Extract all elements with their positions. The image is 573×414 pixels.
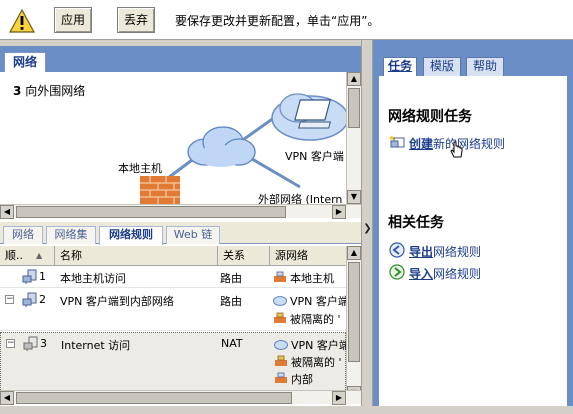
vpn-clients-cloud-icon bbox=[271, 93, 346, 141]
column-source-networks[interactable]: 源网络 bbox=[270, 246, 346, 266]
sort-ascending-icon: ▲ bbox=[36, 251, 43, 260]
export-network-rules-link[interactable]: 导出网络规则 bbox=[389, 242, 559, 260]
tab-networks[interactable]: 网络 bbox=[3, 226, 43, 244]
apply-button[interactable]: 应用 bbox=[54, 7, 92, 33]
rule-relation: 路由 bbox=[220, 295, 242, 308]
grid-horizontal-scrollbar[interactable]: ◀ ▶ bbox=[0, 390, 361, 405]
tab-help[interactable]: 帮助 bbox=[466, 57, 504, 76]
rule-source: 本地主机 bbox=[290, 272, 334, 285]
scroll-thumb[interactable] bbox=[348, 262, 360, 362]
rule-order: 1 bbox=[39, 270, 46, 283]
rule-relation: 路由 bbox=[220, 272, 242, 285]
tab-templates[interactable]: 模版 bbox=[423, 57, 461, 76]
quarantine-icon bbox=[274, 312, 286, 323]
collapse-toggle-icon[interactable]: − bbox=[5, 295, 14, 304]
network-diagram: 3 向外围网络 本地主机 VPN 客户端 外部网络 (Intern bbox=[0, 72, 346, 204]
network-rules-grid: 顺.. ▲ 名称 关系 源网络 1 本地主机访问 路由 本地主机 − 2 VPN… bbox=[0, 246, 346, 400]
import-network-rules-link[interactable]: 导入网络规则 bbox=[389, 264, 559, 282]
top-tabstrip: 网络 bbox=[0, 46, 361, 72]
collapse-toggle-icon[interactable]: − bbox=[6, 339, 15, 348]
rule-source: 内部 bbox=[291, 373, 313, 386]
export-arrow-icon bbox=[389, 242, 405, 258]
create-link-rest: 新的网络规则 bbox=[433, 137, 506, 151]
scroll-left-arrow-icon[interactable]: ◀ bbox=[0, 391, 14, 405]
rule-source: 被隔离的 ' bbox=[291, 356, 342, 369]
rule-name: 本地主机访问 bbox=[60, 272, 126, 285]
rule-order: 2 bbox=[39, 293, 46, 306]
export-link-rest: 网络规则 bbox=[433, 245, 482, 259]
new-rule-icon bbox=[389, 135, 405, 148]
column-order[interactable]: 顺.. ▲ bbox=[0, 246, 55, 266]
rule-relation: NAT bbox=[221, 337, 243, 350]
table-row[interactable]: − 3 Internet 访问 NAT VPN 客户端 被隔离的 ' 内部 bbox=[0, 332, 346, 394]
firewall-icon bbox=[140, 176, 180, 204]
column-relation[interactable]: 关系 bbox=[218, 246, 270, 266]
tab-network-sets[interactable]: 网络集 bbox=[46, 226, 96, 244]
network-rule-icon bbox=[23, 336, 38, 351]
internal-network-icon bbox=[275, 372, 287, 383]
pane-splitter[interactable]: ❯ bbox=[361, 40, 373, 414]
rule-name: VPN 客户端到内部网络 bbox=[60, 295, 174, 308]
column-name[interactable]: 名称 bbox=[55, 246, 218, 266]
scroll-left-arrow-icon[interactable]: ◀ bbox=[0, 205, 14, 219]
create-link-bold: 创建 bbox=[409, 137, 434, 151]
networks-pane: 网络 3 向外围网络 本地主机 VPN 客户端 外部网络 (Intern ▲ ▼… bbox=[0, 46, 361, 414]
import-arrow-icon bbox=[389, 264, 405, 280]
vpn-clients-icon bbox=[273, 296, 287, 306]
tab-networks-top[interactable]: 网络 bbox=[4, 52, 46, 72]
table-row[interactable]: 1 本地主机访问 路由 本地主机 bbox=[0, 266, 346, 288]
network-rule-icon bbox=[22, 292, 37, 307]
import-link-rest: 网络规则 bbox=[433, 267, 482, 281]
vpn-clients-icon bbox=[274, 340, 288, 350]
network-rule-tasks-heading: 网络规则任务 bbox=[388, 109, 472, 125]
tab-network-rules[interactable]: 网络规则 bbox=[99, 226, 163, 245]
related-tasks-heading: 相关任务 bbox=[388, 215, 444, 231]
scroll-up-arrow-icon[interactable]: ▲ bbox=[347, 72, 361, 86]
external-network-label: 外部网络 (Intern bbox=[258, 193, 343, 204]
create-network-rule-link[interactable]: 创建新的网络规则 bbox=[389, 134, 559, 152]
hscroll-thumb[interactable] bbox=[16, 206, 286, 218]
hscroll-thumb[interactable] bbox=[16, 392, 292, 404]
discard-button[interactable]: 丢弃 bbox=[117, 7, 155, 33]
local-host-icon bbox=[274, 271, 286, 282]
task-pane: 任务 模版 帮助 网络规则任务 创建新的网络规则 相关任务 导出网络规则 导入网… bbox=[373, 40, 573, 414]
column-order-label: 顺.. bbox=[5, 249, 23, 262]
scroll-thumb[interactable] bbox=[348, 88, 360, 128]
apply-message: 要保存更改并更新配置，单击“应用”。 bbox=[175, 14, 380, 28]
rule-order: 3 bbox=[40, 337, 47, 350]
internal-cloud-icon bbox=[187, 126, 256, 167]
diagram-vertical-scrollbar[interactable]: ▲ ▼ bbox=[346, 72, 361, 204]
import-link-bold: 导入 bbox=[409, 267, 434, 281]
bottom-tabstrip: 网络 网络集 网络规则 Web 链 bbox=[0, 222, 361, 245]
status-edge bbox=[0, 406, 573, 414]
rule-name: Internet 访问 bbox=[61, 339, 131, 352]
config-change-bar: 应用 丢弃 要保存更改并更新配置，单击“应用”。 bbox=[0, 0, 573, 40]
task-pane-body: 网络规则任务 创建新的网络规则 相关任务 导出网络规则 导入网络规则 bbox=[379, 76, 567, 414]
grid-vertical-scrollbar[interactable]: ▲ ▼ bbox=[346, 246, 361, 400]
grid-header: 顺.. ▲ 名称 关系 源网络 bbox=[0, 246, 346, 266]
scroll-down-arrow-icon[interactable]: ▼ bbox=[347, 190, 361, 204]
diagram-horizontal-scrollbar[interactable]: ◀ ▶ bbox=[0, 204, 361, 219]
rule-source: VPN 客户端 bbox=[290, 295, 346, 308]
scroll-right-arrow-icon[interactable]: ▶ bbox=[332, 205, 346, 219]
warning-icon bbox=[9, 9, 35, 33]
network-rule-icon bbox=[22, 269, 37, 284]
hand-cursor-icon bbox=[450, 141, 463, 158]
export-link-bold: 导出 bbox=[409, 245, 434, 259]
quarantine-icon bbox=[275, 355, 287, 366]
local-host-label: 本地主机 bbox=[118, 162, 162, 175]
table-row[interactable]: − 2 VPN 客户端到内部网络 路由 VPN 客户端 被隔离的 ' bbox=[0, 289, 346, 331]
tab-web-chaining[interactable]: Web 链 bbox=[166, 226, 220, 244]
tab-tasks[interactable]: 任务 bbox=[383, 57, 417, 76]
rule-source: VPN 客户端 bbox=[291, 339, 346, 352]
rule-source: 被隔离的 ' bbox=[290, 313, 341, 326]
scroll-up-arrow-icon[interactable]: ▲ bbox=[347, 246, 361, 260]
vpn-clients-label: VPN 客户端 bbox=[285, 150, 344, 163]
collapse-pane-arrow-icon[interactable]: ❯ bbox=[363, 220, 372, 238]
scroll-right-arrow-icon[interactable]: ▶ bbox=[332, 391, 346, 405]
